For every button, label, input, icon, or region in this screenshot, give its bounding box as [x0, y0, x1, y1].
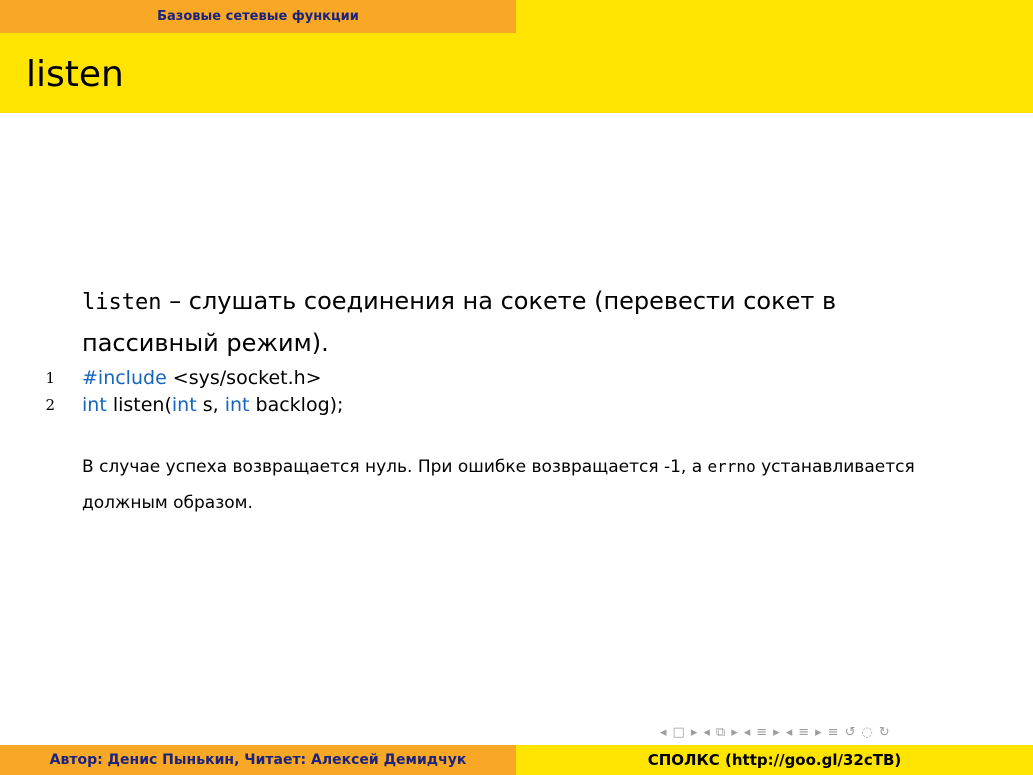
code-token: listen(: [106, 394, 172, 416]
nav-left-arrow-icon[interactable]: ◂: [744, 725, 751, 740]
lead-code: listen: [82, 290, 162, 315]
lead-paragraph: listen – слушать соединения на сокете (п…: [82, 281, 942, 363]
code-keyword: int: [224, 394, 250, 416]
footer-author: Автор: Денис Пынькин, Читает: Алексей Де…: [0, 745, 516, 775]
back-icon[interactable]: ↺: [845, 725, 856, 740]
nav-right-arrow-icon[interactable]: ▸: [815, 725, 822, 740]
code-keyword: int: [171, 394, 197, 416]
top-bar: Базовые сетевые функции: [0, 0, 1033, 33]
code-line: 1 #include <sys/socket.h>: [0, 365, 1033, 392]
section-title: Базовые сетевые функции: [0, 0, 516, 33]
beamer-navigation: ◂ □ ▸ ◂ ⧉ ▸ ◂ ≡ ▸ ◂ ≡ ▸ ≡ ↺ ◌ ↻: [660, 723, 890, 741]
nav-left-arrow-icon[interactable]: ◂: [786, 725, 793, 740]
code-token: s,: [196, 394, 225, 416]
line-number: 2: [45, 396, 55, 414]
errno-code: errno: [707, 457, 756, 476]
search-icon[interactable]: ◌: [861, 725, 872, 740]
nav-left-arrow-icon[interactable]: ◂: [703, 725, 710, 740]
slide-title: listen: [26, 54, 124, 95]
footer-course: СПОЛКС (http://goo.gl/32cTB): [516, 745, 1033, 775]
nav-right-arrow-icon[interactable]: ▸: [773, 725, 780, 740]
code-keyword: #include: [82, 367, 167, 389]
nav-left-arrow-icon[interactable]: ◂: [660, 725, 667, 740]
slide-content: listen – слушать соединения на сокете (п…: [0, 113, 1033, 740]
nav-right-arrow-icon[interactable]: ▸: [731, 725, 738, 740]
toc-icon[interactable]: ≡: [828, 725, 839, 740]
code-keyword: int: [82, 394, 107, 416]
code-line: 2 int listen(int s, int backlog);: [0, 392, 1033, 419]
description-text: В случае успеха возвращается нуль. При о…: [82, 457, 708, 477]
code-text: #include <sys/socket.h>: [82, 365, 322, 392]
description-paragraph: В случае успеха возвращается нуль. При о…: [82, 449, 942, 521]
subsection-icon[interactable]: ⧉: [716, 725, 725, 740]
line-number: 1: [45, 369, 55, 387]
document-icon[interactable]: ≡: [798, 725, 809, 740]
title-bar: listen: [0, 33, 1033, 113]
code-token: <sys/socket.h>: [166, 367, 322, 389]
code-block: 1 #include <sys/socket.h> 2 int listen(i…: [0, 365, 1033, 419]
frame-icon[interactable]: □: [673, 725, 685, 740]
code-token: backlog);: [249, 394, 344, 416]
nav-right-arrow-icon[interactable]: ▸: [691, 725, 698, 740]
code-text: int listen(int s, int backlog);: [82, 392, 343, 419]
section-icon[interactable]: ≡: [756, 725, 767, 740]
footer: Автор: Денис Пынькин, Читает: Алексей Де…: [0, 745, 1033, 775]
lead-text: – слушать соединения на сокете (перевест…: [82, 287, 837, 357]
forward-icon[interactable]: ↻: [879, 725, 890, 740]
